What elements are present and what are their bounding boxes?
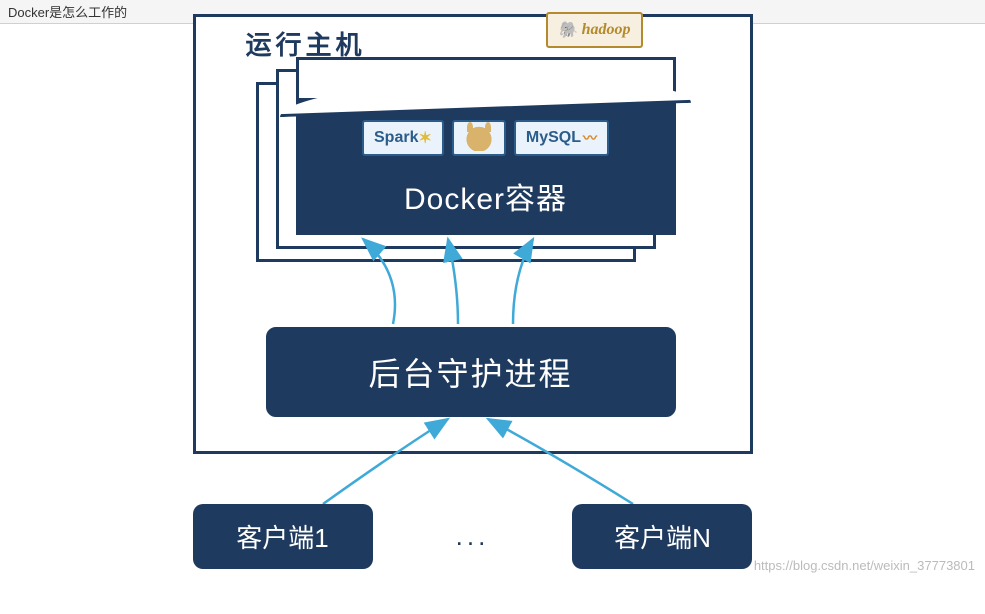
tomcat-badge	[452, 120, 506, 156]
tech-row: Spark ✶ MySQL 〰	[299, 120, 673, 156]
client-box-n: 客户端N	[572, 504, 752, 569]
hadoop-label: hadoop	[582, 21, 631, 39]
client-n-label: 客户端N	[614, 518, 711, 555]
elephant-icon: 🐘	[558, 20, 578, 40]
client-box-1: 客户端1	[193, 504, 373, 569]
daemon-box: 后台守护进程	[266, 327, 676, 417]
client-row: 客户端1 ... 客户端N	[193, 504, 753, 569]
container-label: Docker容器	[299, 174, 673, 218]
container-stack: 🐘 hadoop Spark ✶ MySQL 〰	[296, 57, 696, 257]
spark-star-icon: ✶	[418, 128, 431, 148]
mysql-dolphin-icon: 〰	[583, 128, 597, 148]
spark-badge: Spark ✶	[362, 120, 444, 156]
document-area: 运行主机 🐘 hadoop Spark ✶	[0, 24, 985, 577]
host-box: 运行主机 🐘 hadoop Spark ✶	[193, 14, 753, 454]
client-ellipsis: ...	[456, 521, 490, 552]
mysql-badge: MySQL 〰	[514, 120, 609, 156]
daemon-label: 后台守护进程	[368, 349, 572, 395]
container-wave-decor	[299, 60, 673, 98]
container-card-front: 🐘 hadoop Spark ✶ MySQL 〰	[296, 57, 676, 235]
client-1-label: 客户端1	[236, 518, 328, 555]
hadoop-badge: 🐘 hadoop	[546, 12, 643, 48]
mysql-label: MySQL	[526, 129, 581, 147]
docker-architecture-diagram: 运行主机 🐘 hadoop Spark ✶	[193, 14, 793, 614]
window-title-text: Docker是怎么工作的	[8, 5, 127, 20]
tomcat-icon	[464, 125, 494, 151]
spark-label: Spark	[374, 129, 418, 147]
watermark-text: https://blog.csdn.net/weixin_37773801	[754, 558, 975, 573]
